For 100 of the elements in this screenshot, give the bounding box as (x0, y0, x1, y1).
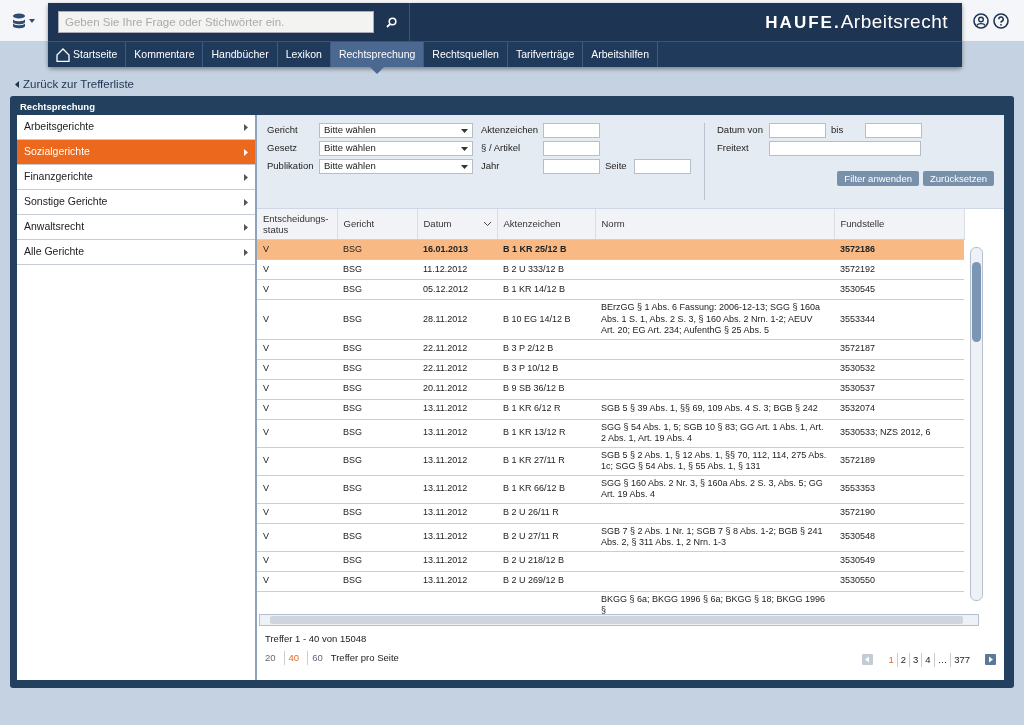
caret-icon (461, 146, 468, 151)
select-field[interactable]: Bitte wählen (319, 159, 473, 174)
column-header[interactable]: Entscheidungs-status (257, 209, 337, 239)
table-row[interactable]: V BSG 13.11.2012 B 2 U 26/11 R 3572190 (257, 503, 964, 523)
search-field[interactable]: Geben Sie Ihre Frage oder Stichwörter ein. (58, 11, 374, 33)
caret-icon (461, 164, 468, 169)
table-row[interactable]: V BSG 13.11.2012 B 1 KR 27/11 R SGB 5 § 2 Abs. 1, § 12 Abs. 1, §§ 70, 112, 114, 275 Abs. 1c; SGG § 54 Abs. 1, § 55 Abs. 1, § 131 3572189 (257, 447, 964, 475)
field-label: § / Artikel (481, 141, 522, 156)
page-link[interactable]: … (933, 652, 951, 667)
field-label: Aktenzeichen (481, 123, 540, 138)
page-link[interactable]: 377 (950, 652, 973, 667)
input-field[interactable] (769, 141, 921, 156)
horizontal-scrollbar[interactable] (259, 613, 979, 626)
field-label: Jahr (481, 159, 501, 174)
table-cell: 3530549 (840, 555, 876, 566)
table-cell: B 1 KR 14/12 B (503, 283, 566, 294)
input-field[interactable] (543, 123, 600, 138)
table-cell: 22.11.2012 (423, 363, 468, 374)
page-size-link[interactable]: 20 (265, 650, 276, 665)
table-row[interactable]: V BSG 16.01.2013 B 1 KR 25/12 B 3572186 (257, 239, 964, 260)
page-link[interactable]: 2 (896, 652, 910, 667)
page-size-link[interactable]: 60 (307, 650, 323, 665)
table-cell: 13.11.2012 (423, 507, 468, 518)
table-cell: 3532074 (840, 403, 876, 414)
table-cell: B 2 U 26/11 R (503, 507, 559, 518)
input-field[interactable] (865, 123, 922, 138)
page-size-link[interactable]: 40 (283, 650, 300, 665)
table-row[interactable]: V BSG 13.11.2012 B 1 KR 66/12 B SGG § 160 Abs. 2 Nr. 3, § 160a Abs. 2 S. 3, Abs. 5; GG Art. 19 Abs. 4 3553353 (257, 475, 964, 503)
input-field[interactable] (634, 159, 691, 174)
table-cell: V (263, 313, 269, 324)
table-cell: 3530532 (840, 363, 876, 374)
page-link[interactable]: 1 (885, 652, 897, 667)
field-label: Datum von (717, 123, 764, 138)
table-cell: B 9 SB 36/12 B (503, 383, 565, 394)
column-header[interactable]: Norm (595, 209, 834, 239)
table-cell: B 3 P 2/12 B (503, 343, 554, 354)
nav-tab[interactable]: Tarifverträge (507, 42, 584, 67)
table-cell: V (263, 455, 269, 466)
table-cell: SGB 5 § 39 Abs. 1, §§ 69, 109 Abs. 4 S. 3; BGB § 242 (601, 403, 818, 414)
result-count: Treffer 1 - 40 von 15048 (265, 631, 368, 646)
table-row[interactable]: V BSG 20.11.2012 B 9 SB 36/12 B 3530537 (257, 379, 964, 399)
select-field[interactable]: Bitte wählen (319, 123, 473, 138)
table-cell: 3572190 (840, 507, 876, 518)
nav-tab[interactable]: Rechtsquellen (424, 42, 508, 67)
table-row[interactable]: V BSG 13.11.2012 B 2 U 269/12 B 3530550 (257, 571, 964, 591)
table-cell: B 2 U 27/11 R (503, 531, 559, 542)
input-field[interactable] (543, 159, 600, 174)
table-cell: B 1 KR 25/12 B (503, 243, 567, 254)
user-icon[interactable] (973, 13, 989, 29)
help-icon[interactable] (993, 13, 1009, 29)
table-cell: B 1 KR 66/12 B (503, 483, 566, 494)
table-cell: 3530550 (840, 575, 876, 586)
table-row[interactable]: V BSG 13.11.2012 B 1 KR 13/12 R SGG § 54 Abs. 1, 5; SGB 10 § 83; GG Art. 1 Abs. 1, Art. 2 Abs. 1, Art. 19 Abs. 4 3530533; NZS 2012, 6 (257, 419, 964, 447)
select-field[interactable]: Bitte wählen (319, 141, 473, 156)
field-label: Gericht (267, 123, 299, 138)
table-cell: BSG (343, 383, 362, 394)
table-row[interactable]: V BSG 11.12.2012 B 2 U 333/12 B 3572192 (257, 259, 964, 280)
table-cell: BSG (343, 263, 362, 274)
caret-icon (461, 128, 468, 133)
table-row[interactable]: V BSG 13.11.2012 B 1 KR 6/12 R SGB 5 § 39 Abs. 1, §§ 69, 109 Abs. 4 S. 3; BGB § 242 3532074 (257, 399, 964, 419)
column-header[interactable]: Fundstelle (834, 209, 964, 239)
table-cell: 13.11.2012 (423, 531, 468, 542)
logo: HAUFE.Arbeitsrecht (765, 9, 948, 34)
panel-title: Rechtsprechung (20, 100, 95, 114)
table-cell: V (263, 427, 269, 438)
table-cell: SGG § 160 Abs. 2 Nr. 3, § 160a Abs. 2 S. 3, Abs. 5; GG Art. 19 Abs. 4 (601, 477, 823, 499)
table-cell: 13.11.2012 (423, 455, 468, 466)
page-link[interactable]: 3 (909, 652, 922, 667)
page-link[interactable]: 4 (921, 652, 934, 667)
column-header[interactable]: Datum (417, 209, 497, 239)
caret-icon[interactable] (29, 19, 35, 23)
table-cell: 3572187 (840, 343, 876, 354)
table-cell: BErzGG § 1 Abs. 6 Fassung: 2006-12-13; SGG § 160a Abs. 1 S. 1, Abs. 2 S. 3, § 160 Abs. 2 Nrn. 1-2; AEUV Art. 20; EG Art. 234; AufenthG § 25 Abs. 5 (601, 302, 821, 335)
table-cell: SGB 5 § 2 Abs. 1, § 12 Abs. 1, §§ 70, 112, 114, 275 Abs. 1c; SGG § 54 Abs. 1, § 55 Abs. 1, § 131 (601, 449, 827, 471)
table-cell: 3530548 (840, 531, 876, 542)
chevron-icon (244, 223, 248, 231)
table-row[interactable]: V BSG 22.11.2012 B 3 P 10/12 B 3530532 (257, 359, 964, 379)
nav-tab[interactable]: Handbücher (203, 42, 278, 67)
nav-tab[interactable]: Lexikon (277, 42, 331, 67)
page-size-label: Treffer pro Seite (330, 650, 399, 665)
nav-tab[interactable]: Startseite (48, 42, 127, 67)
nav-tab[interactable]: Kommentare (126, 42, 204, 67)
table-cell: BSG (343, 575, 362, 586)
table-row[interactable]: V BSG 13.11.2012 B 2 U 27/11 R SGB 7 § 2 Abs. 1 Nr. 1; SGB 7 § 8 Abs. 1-2; BGB § 241 Abs. 2, § 311 Abs. 1, 2 Nrn. 1-3 3530548 (257, 523, 964, 551)
previous-page-icon[interactable] (862, 654, 874, 666)
column-header[interactable]: Aktenzeichen (497, 209, 595, 239)
nav-tab[interactable]: Arbeitshilfen (583, 42, 659, 67)
column-header[interactable]: Gericht (337, 209, 417, 239)
input-field[interactable] (543, 141, 600, 156)
table-row[interactable]: V BSG 22.11.2012 B 3 P 2/12 B 3572187 (257, 339, 964, 359)
next-page-icon[interactable] (985, 654, 996, 666)
table-row[interactable]: V BSG 13.11.2012 B 2 U 218/12 B 3530549 (257, 551, 964, 571)
table-cell: BSG (343, 363, 362, 374)
table-cell: BSG (343, 283, 362, 294)
table-row[interactable]: V BSG 05.12.2012 B 1 KR 14/12 B 3530545 (257, 279, 964, 300)
table-row[interactable]: V BSG 28.11.2012 B 10 EG 14/12 B BErzGG § 1 Abs. 6 Fassung: 2006-12-13; SGG § 160a Abs. 1 S. 1, Abs. 2 S. 3, § 160 Abs. 2 Nrn. 1-2; AEUV Art. 20; EG Art. 234; AufenthG § 25 Abs. 5 3553344 (257, 299, 964, 339)
vertical-scrollbar[interactable] (970, 246, 983, 601)
input-field[interactable] (769, 123, 826, 138)
database-icon[interactable] (12, 13, 26, 29)
back-link[interactable]: Zurück zur Trefferliste (15, 76, 134, 94)
